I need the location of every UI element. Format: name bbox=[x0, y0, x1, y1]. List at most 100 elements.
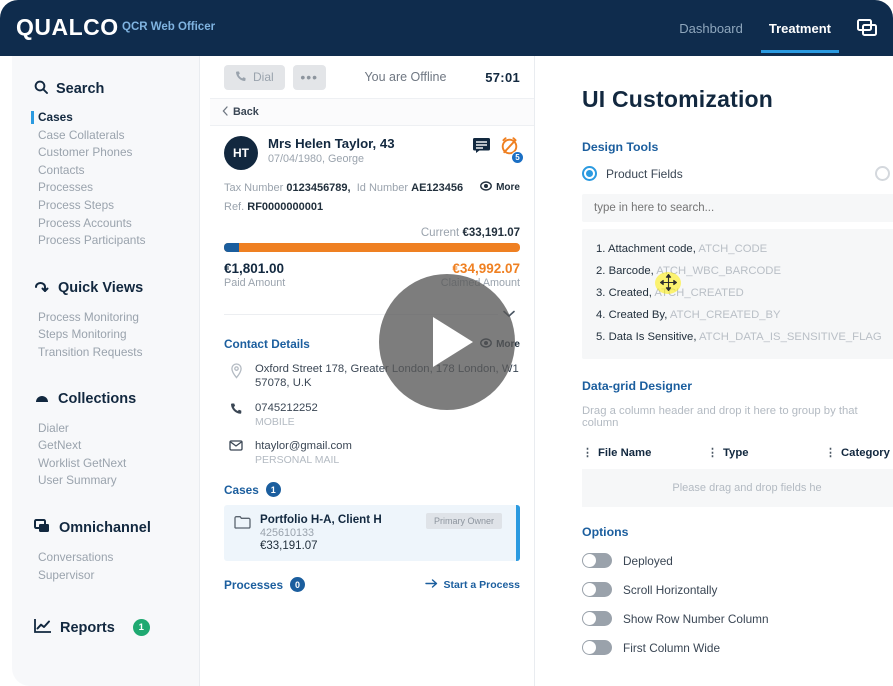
balance-progress-fill bbox=[224, 243, 239, 252]
option-first-column-wide: First Column Wide bbox=[582, 640, 893, 655]
current-value: €33,191.07 bbox=[462, 227, 520, 239]
call-timer: 57:01 bbox=[485, 70, 520, 85]
datagrid-column-label: Type bbox=[723, 447, 749, 459]
sidebar-item-customer-phones[interactable]: Customer Phones bbox=[12, 144, 199, 162]
note-icon[interactable] bbox=[472, 137, 491, 159]
field-search-input[interactable] bbox=[582, 194, 893, 222]
start-process-button[interactable]: Start a Process bbox=[425, 579, 520, 591]
sidebar-item-process-monitoring[interactable]: Process Monitoring bbox=[12, 309, 199, 327]
alarm-off-icon[interactable]: 5 bbox=[500, 136, 520, 160]
eye-icon bbox=[480, 181, 492, 194]
call-status-text: You are Offline bbox=[334, 70, 478, 84]
field-code: ATCH_DATA_IS_SENSITIVE_FLAG bbox=[699, 331, 882, 343]
options-title: Options bbox=[582, 525, 893, 539]
app-window: QUALCO QCR Web Officer Dashboard Treatme… bbox=[0, 0, 893, 686]
datagrid-header-row: ⋮ File Name ⋮ Type ⋮ Category bbox=[582, 446, 893, 459]
customer-quick-icons: 5 bbox=[472, 136, 520, 160]
sidebar-item-dialer[interactable]: Dialer bbox=[12, 420, 199, 438]
paid-amount-value: €1,801.00 bbox=[224, 261, 285, 276]
design-tools-title: Design Tools bbox=[582, 140, 893, 154]
cases-label: Cases bbox=[224, 483, 259, 497]
call-toolbar: Dial ••• You are Offline 57:01 bbox=[210, 56, 534, 99]
field-name: Created, bbox=[609, 287, 652, 299]
sidebar-item-supervisor[interactable]: Supervisor bbox=[12, 567, 199, 585]
toggle-show-row-number-column[interactable] bbox=[582, 611, 612, 626]
sidebar-item-process-steps[interactable]: Process Steps bbox=[12, 197, 199, 215]
toggle-scroll-horizontally[interactable] bbox=[582, 582, 612, 597]
radio-secondary-option[interactable] bbox=[875, 166, 890, 181]
customer-meta-row: Tax Number 0123456789, Id Number AE12345… bbox=[224, 181, 520, 194]
customer-identity-row: HT Mrs Helen Taylor, 43 07/04/1980, Geor… bbox=[224, 136, 520, 170]
processes-count-badge: 0 bbox=[290, 577, 305, 592]
case-row[interactable]: Portfolio H-A, Client H 425610133 €33,19… bbox=[224, 505, 520, 561]
sidebar-item-transition-requests[interactable]: Transition Requests bbox=[12, 344, 199, 362]
phone-icon bbox=[228, 401, 244, 428]
datagrid-group-hint: Drag a column header and drop it here to… bbox=[582, 405, 893, 429]
avatar: HT bbox=[224, 136, 258, 170]
field-index: 4. bbox=[596, 309, 605, 321]
sidebar-group-label: Quick Views bbox=[58, 280, 143, 296]
datagrid-column-type[interactable]: ⋮ Type bbox=[707, 446, 825, 459]
meta-more-button[interactable]: More bbox=[480, 181, 520, 194]
field-list-item[interactable]: 2. Barcode, ATCH_WBC_BARCODE bbox=[582, 260, 893, 282]
reports-chart-icon bbox=[34, 618, 52, 637]
sidebar-item-reports[interactable]: Reports 1 bbox=[12, 618, 199, 637]
sidebar-item-conversations[interactable]: Conversations bbox=[12, 549, 199, 567]
sidebar-item-process-accounts[interactable]: Process Accounts bbox=[12, 215, 199, 233]
datagrid-column-category[interactable]: ⋮ Category bbox=[825, 446, 890, 459]
video-play-button[interactable] bbox=[379, 274, 515, 410]
toggle-deployed[interactable] bbox=[582, 553, 612, 568]
left-sidebar: Search Cases Case Collaterals Customer P… bbox=[12, 56, 200, 686]
sidebar-item-worklist-getnext[interactable]: Worklist GetNext bbox=[12, 455, 199, 473]
top-nav-links: Dashboard Treatment bbox=[677, 0, 879, 56]
option-scroll-horizontally: Scroll Horizontally bbox=[582, 582, 893, 597]
back-button[interactable]: Back bbox=[222, 106, 259, 119]
sidebar-item-cases[interactable]: Cases bbox=[12, 109, 199, 127]
nav-dashboard[interactable]: Dashboard bbox=[677, 3, 745, 53]
back-button-label: Back bbox=[233, 106, 259, 118]
reference-row: Ref. RF0000000001 bbox=[224, 201, 520, 213]
field-code: ATCH_CODE bbox=[698, 243, 767, 255]
nav-treatment[interactable]: Treatment bbox=[767, 3, 833, 53]
sidebar-group-search: Search bbox=[12, 80, 199, 98]
move-cursor-icon bbox=[660, 274, 677, 296]
brand-subtitle: QCR Web Officer bbox=[122, 21, 215, 33]
datagrid-empty-dropzone[interactable]: Please drag and drop fields he bbox=[582, 469, 893, 507]
processes-label: Processes bbox=[224, 578, 283, 592]
datagrid-column-label: File Name bbox=[598, 447, 651, 459]
sidebar-item-case-collaterals[interactable]: Case Collaterals bbox=[12, 127, 199, 145]
sidebar-item-user-summary[interactable]: User Summary bbox=[12, 472, 199, 490]
field-name: Attachment code, bbox=[608, 243, 696, 255]
sidebar-item-contacts[interactable]: Contacts bbox=[12, 162, 199, 180]
brand-logo: QUALCO bbox=[16, 14, 119, 41]
contact-email-value: htaylor@gmail.com bbox=[255, 439, 352, 453]
field-list-item[interactable]: 3. Created, ATCH_CREATED bbox=[582, 282, 893, 304]
dial-button[interactable]: Dial bbox=[224, 65, 285, 90]
option-label: Show Row Number Column bbox=[623, 612, 769, 626]
field-name: Barcode, bbox=[609, 265, 654, 277]
column-grip-icon: ⋮ bbox=[707, 446, 717, 459]
contact-phone-value: 0745212252 bbox=[255, 401, 318, 415]
call-more-button[interactable]: ••• bbox=[293, 65, 326, 90]
reference-label: Ref. bbox=[224, 201, 244, 213]
ui-customization-panel: UI Customization Design Tools Product Fi… bbox=[545, 56, 893, 686]
field-list-item[interactable]: 4. Created By, ATCH_CREATED_BY bbox=[582, 304, 893, 326]
radio-dot bbox=[586, 170, 593, 177]
sidebar-item-processes[interactable]: Processes bbox=[12, 179, 199, 197]
field-list-item[interactable]: 5. Data Is Sensitive, ATCH_DATA_IS_SENSI… bbox=[582, 326, 893, 348]
sidebar-item-steps-monitoring[interactable]: Steps Monitoring bbox=[12, 326, 199, 344]
phone-icon bbox=[235, 70, 247, 85]
toggle-first-column-wide[interactable] bbox=[582, 640, 612, 655]
reports-badge: 1 bbox=[133, 619, 150, 636]
toggle-knob bbox=[583, 554, 596, 567]
paid-amount-label: Paid Amount bbox=[224, 277, 285, 289]
cases-count-badge: 1 bbox=[266, 482, 281, 497]
sidebar-item-process-participants[interactable]: Process Participants bbox=[12, 232, 199, 250]
datagrid-column-file-name[interactable]: ⋮ File Name bbox=[582, 446, 707, 459]
field-list-item[interactable]: 1. Attachment code, ATCH_CODE bbox=[582, 238, 893, 260]
radio-product-fields[interactable] bbox=[582, 166, 597, 181]
chat-icon[interactable] bbox=[855, 16, 879, 40]
design-tools-radio-group: Product Fields bbox=[582, 166, 893, 181]
sidebar-item-getnext[interactable]: GetNext bbox=[12, 437, 199, 455]
column-grip-icon: ⋮ bbox=[582, 446, 592, 459]
